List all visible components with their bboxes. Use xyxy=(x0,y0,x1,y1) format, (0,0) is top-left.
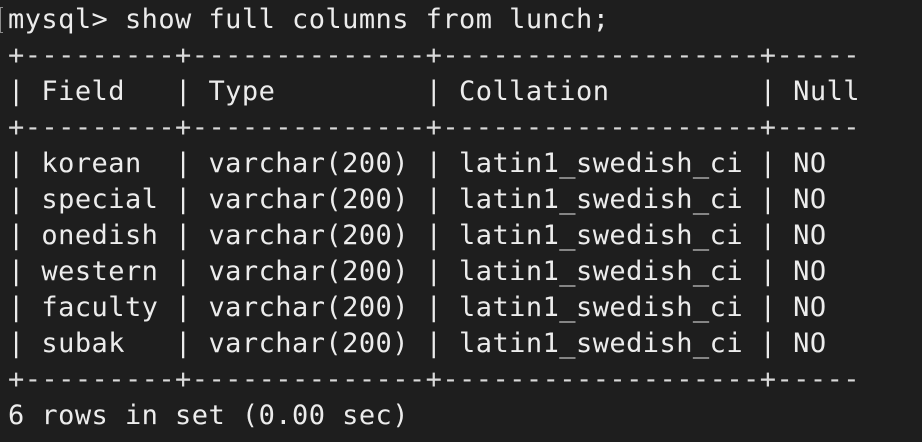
table-border-bottom: +---------+--------------+--------------… xyxy=(8,364,860,395)
line-marker xyxy=(0,7,3,33)
terminal-window[interactable]: mysql> show full columns from lunch; +--… xyxy=(0,0,922,442)
table-row: | faculty | varchar(200) | latin1_swedis… xyxy=(8,292,827,323)
table-border-top: +---------+--------------+--------------… xyxy=(8,40,860,71)
table-row: | onedish | varchar(200) | latin1_swedis… xyxy=(8,220,827,251)
table-border-header: +---------+--------------+--------------… xyxy=(8,112,860,143)
table-header-row: | Field | Type | Collation | Null xyxy=(8,76,860,107)
query-result-summary: 6 rows in set (0.00 sec) xyxy=(8,400,409,431)
table-row: | western | varchar(200) | latin1_swedis… xyxy=(8,256,827,287)
table-row: | special | varchar(200) | latin1_swedis… xyxy=(8,184,827,215)
prompt-command-line: mysql> show full columns from lunch; xyxy=(8,4,610,35)
table-row: | subak | varchar(200) | latin1_swedish_… xyxy=(8,328,827,359)
table-row: | korean | varchar(200) | latin1_swedish… xyxy=(8,148,827,179)
